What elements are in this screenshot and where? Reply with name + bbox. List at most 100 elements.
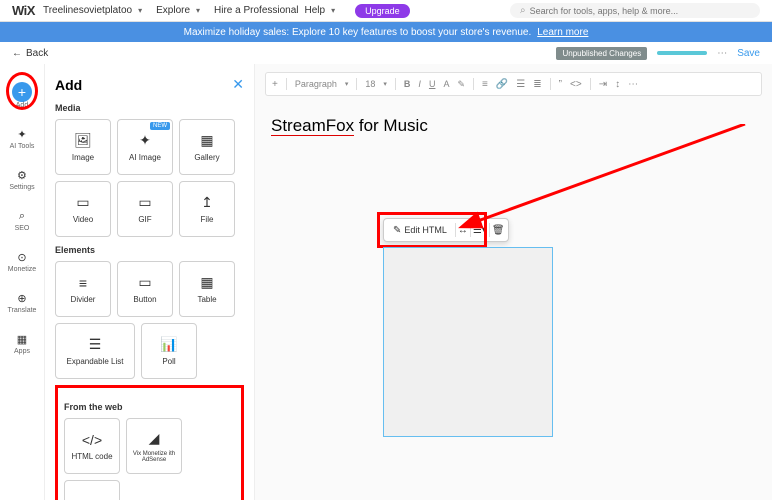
rail-translate[interactable]: ⊕Translate	[8, 291, 37, 314]
search-icon: ⌕	[15, 209, 29, 223]
heading-word-a: StreamFox	[271, 116, 354, 136]
grid-icon: ▦	[15, 332, 29, 346]
options-icon[interactable]: ⋯	[717, 48, 727, 59]
web-section-label: From the web	[64, 402, 235, 412]
progress-bar	[657, 51, 707, 55]
new-badge: NEW	[150, 122, 170, 130]
dollar-icon: ⊙	[15, 250, 29, 264]
width-icon[interactable]: ↔	[458, 225, 468, 236]
link-icon[interactable]: 🔗	[496, 79, 508, 90]
line-height-icon[interactable]: ↕	[615, 79, 620, 90]
indent-icon[interactable]: ⇥	[599, 79, 607, 90]
tile-gallery[interactable]: ▦Gallery	[179, 119, 235, 175]
more-icon[interactable]: ⋯	[628, 79, 638, 90]
save-button[interactable]: Save	[737, 48, 760, 59]
tile-soundcloud[interactable]: ☁SoundCloud	[64, 480, 120, 500]
list-icon[interactable]: ☰	[516, 79, 525, 90]
upgrade-button[interactable]: Upgrade	[355, 4, 410, 18]
tile-video[interactable]: ▭Video	[55, 181, 111, 237]
code-icon: </>	[82, 432, 102, 448]
sparkle-icon: ✦	[139, 132, 151, 149]
quote-icon[interactable]: ”	[559, 79, 562, 90]
add-panel: Add ✕ Media 🖼Image NEW✦AI Image ▦Gallery…	[45, 64, 255, 500]
gif-icon: ▭	[138, 194, 151, 211]
search-input[interactable]	[530, 6, 750, 16]
tile-button[interactable]: ▭Button	[117, 261, 173, 317]
search-box[interactable]: ⌕	[510, 3, 760, 18]
search-icon: ⌕	[520, 5, 526, 16]
gallery-icon: ▦	[200, 132, 213, 149]
tile-poll[interactable]: 📊Poll	[141, 323, 197, 379]
html-embed-placeholder[interactable]	[383, 247, 553, 437]
chevron-down-icon[interactable]: ▾	[331, 6, 335, 15]
elements-section-label: Elements	[55, 245, 244, 255]
editor-canvas: + Paragraph▾ 18▾ B I U A ✎ ≡ 🔗 ☰ ≣ ” <> …	[255, 64, 772, 500]
html-block-toolbar: ✎ Edit HTML ↔ ☰▾ 🗑	[383, 218, 509, 242]
panel-title: Add	[55, 77, 82, 93]
paragraph-dropdown[interactable]: Paragraph	[295, 79, 337, 89]
tile-gif[interactable]: ▭GIF	[117, 181, 173, 237]
media-section-label: Media	[55, 103, 244, 113]
rail-seo[interactable]: ⌕SEO	[15, 209, 30, 232]
tile-expandable-list[interactable]: ☰Expandable List	[55, 323, 135, 379]
back-arrow-icon[interactable]: ←	[12, 48, 22, 59]
align-icon[interactable]: ☰▾	[473, 225, 487, 236]
close-icon[interactable]: ✕	[232, 76, 244, 93]
text-color-button[interactable]: A	[443, 79, 449, 89]
text-toolbar: + Paragraph▾ 18▾ B I U A ✎ ≡ 🔗 ☰ ≣ ” <> …	[265, 72, 762, 96]
tile-ai-image[interactable]: NEW✦AI Image	[117, 119, 173, 175]
numbered-list-icon[interactable]: ≣	[533, 79, 541, 90]
plus-icon[interactable]: +	[12, 82, 32, 102]
poll-icon: 📊	[160, 336, 177, 353]
tile-file[interactable]: ↥File	[179, 181, 235, 237]
heading-word-b: for Music	[354, 116, 428, 135]
edit-html-button[interactable]: ✎ Edit HTML	[387, 222, 453, 239]
wix-logo[interactable]: WiX	[12, 3, 35, 18]
divider-icon: ≡	[79, 275, 87, 291]
annotation-box-web: From the web </>HTML code ◢Vix Monetize …	[55, 385, 244, 500]
adsense-icon: ◢	[149, 430, 160, 447]
top-bar: WiX Treelinesovietplatoo ▾ Explore ▾ Hir…	[0, 0, 772, 22]
underline-button[interactable]: U	[429, 79, 436, 89]
left-rail: + Add ✦AI Tools ⚙Settings ⌕SEO ⊙Monetize…	[0, 64, 45, 500]
upload-icon: ↥	[201, 194, 213, 211]
plus-icon[interactable]: +	[272, 79, 278, 90]
post-heading[interactable]: StreamFox for Music	[271, 116, 762, 136]
menu-help[interactable]: Help	[305, 5, 326, 16]
site-name[interactable]: Treelinesovietplatoo	[43, 5, 132, 16]
gear-icon: ⚙	[15, 168, 29, 182]
rail-apps[interactable]: ▦Apps	[14, 332, 30, 355]
image-icon: 🖼	[74, 132, 92, 149]
font-size[interactable]: 18	[365, 79, 375, 89]
rail-settings[interactable]: ⚙Settings	[9, 168, 34, 191]
learn-more-link[interactable]: Learn more	[537, 27, 588, 38]
delete-icon[interactable]: 🗑	[492, 225, 505, 236]
sub-header: ← Back Unpublished Changes ⋯ Save	[0, 42, 772, 64]
rail-ai-tools[interactable]: ✦AI Tools	[10, 127, 35, 150]
chevron-down-icon[interactable]: ▾	[138, 6, 142, 15]
rail-add[interactable]: + Add	[12, 82, 32, 109]
globe-icon: ⊕	[15, 291, 29, 305]
video-icon: ▭	[76, 194, 89, 211]
chevron-down-icon[interactable]: ▾	[196, 6, 200, 15]
banner-text: Maximize holiday sales: Explore 10 key f…	[184, 27, 532, 38]
menu-explore[interactable]: Explore	[156, 5, 190, 16]
menu-hire[interactable]: Hire a Professional	[214, 5, 298, 16]
tile-divider[interactable]: ≡Divider	[55, 261, 111, 317]
align-icon[interactable]: ≡	[482, 79, 488, 90]
tile-html-code[interactable]: </>HTML code	[64, 418, 120, 474]
unpublished-badge: Unpublished Changes	[556, 47, 647, 60]
code-icon[interactable]: <>	[570, 79, 582, 90]
sparkle-icon: ✦	[15, 127, 29, 141]
promo-banner: Maximize holiday sales: Explore 10 key f…	[0, 22, 772, 42]
italic-button[interactable]: I	[418, 79, 421, 89]
highlight-button[interactable]: ✎	[457, 79, 465, 90]
tile-adsense[interactable]: ◢Vix Monetize ith AdSense	[126, 418, 182, 474]
tile-table[interactable]: ▦Table	[179, 261, 235, 317]
tile-image[interactable]: 🖼Image	[55, 119, 111, 175]
rail-monetize[interactable]: ⊙Monetize	[8, 250, 36, 273]
post-content[interactable]: StreamFox for Music	[265, 116, 762, 136]
bold-button[interactable]: B	[404, 79, 411, 89]
list-icon: ☰	[89, 336, 102, 353]
back-button[interactable]: Back	[26, 48, 48, 59]
